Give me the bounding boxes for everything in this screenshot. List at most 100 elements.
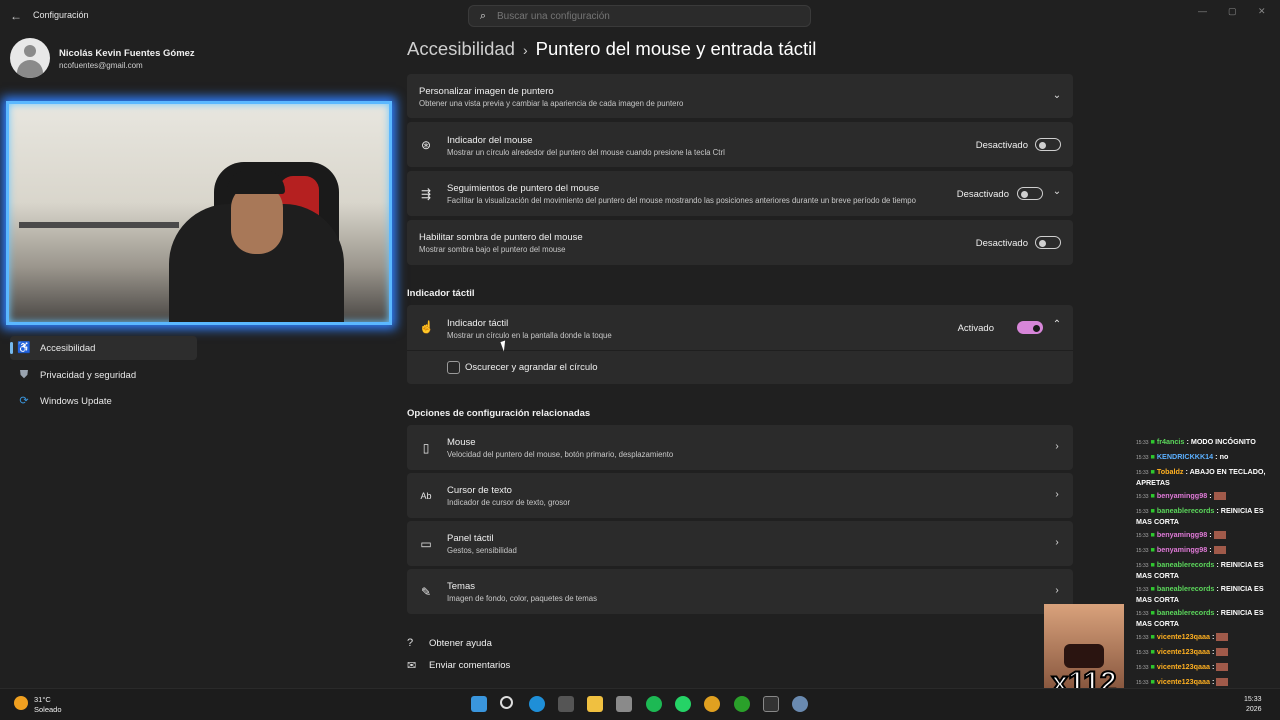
touch-indicator-toggle[interactable] <box>1017 321 1043 334</box>
back-arrow-icon[interactable]: ← <box>9 9 23 23</box>
chevron-down-icon[interactable]: ⌄ <box>1051 90 1063 101</box>
sun-icon[interactable] <box>14 696 28 710</box>
search-box[interactable]: ⌕ <box>468 5 811 27</box>
checkbox-label: Oscurecer y agrandar el círculo <box>465 362 598 373</box>
chat-message: 15:33 ■ vicente123qaaa: <box>1136 632 1276 643</box>
system-clock[interactable]: 15:33 2026 <box>1244 695 1262 715</box>
emote-icon <box>1213 492 1226 501</box>
search-input[interactable] <box>497 10 797 22</box>
breadcrumb: Accesibilidad › Puntero del mouse y entrad… <box>407 38 816 60</box>
folder-icon[interactable] <box>587 696 603 712</box>
emote-icon <box>1213 531 1226 540</box>
settings-gear-icon[interactable] <box>792 696 808 712</box>
toggle-state-label: Desactivado <box>975 140 1028 151</box>
setting-description: Indicador de cursor de texto, grosor <box>447 498 571 507</box>
touch-icon: ☝ <box>419 320 434 334</box>
related-themes-card[interactable]: ✎ Temas Imagen de fondo, color, paquetes… <box>407 569 1073 614</box>
pointer-trails-toggle[interactable] <box>1017 187 1043 200</box>
app-icon[interactable] <box>616 696 632 712</box>
help-label: Obtener ayuda <box>429 637 492 649</box>
toggle-state-label: Desactivado <box>956 189 1009 200</box>
chrome-icon[interactable] <box>704 696 720 712</box>
setting-title: Habilitar sombra de puntero del mouse <box>419 232 583 243</box>
get-help-link[interactable]: ? Obtener ayuda <box>407 637 492 649</box>
chat-message: 15:33 ■ baneablerecords: REINICIA ES MAS C… <box>1136 506 1264 526</box>
chat-time: 15:33 <box>1136 455 1149 461</box>
close-icon[interactable]: ✕ <box>1258 6 1266 17</box>
breadcrumb-parent[interactable]: Accesibilidad <box>407 38 515 59</box>
windows-update-icon: ⟳ <box>19 395 29 407</box>
section-title-related: Opciones de configuración relacionadas <box>407 408 591 419</box>
chat-time: 15:33 <box>1136 680 1149 686</box>
customize-pointer-card[interactable]: Personalizar imagen de puntero Obtener u… <box>407 74 1073 118</box>
toggle-state-label: Desactivado <box>975 238 1028 249</box>
text-cursor-icon: Ab <box>420 490 432 501</box>
badge-icon: ■ <box>1150 584 1155 593</box>
chat-time: 15:33 <box>1136 611 1149 617</box>
setting-title: Panel táctil <box>447 533 494 544</box>
setting-title: Personalizar imagen de puntero <box>419 86 554 97</box>
user-profile[interactable]: Nicolás Kevin Fuentes Gómez ncofuentes@g… <box>10 38 390 78</box>
emote-icon <box>1216 663 1229 672</box>
badge-icon: ■ <box>1150 677 1155 686</box>
sidebar-item-label: Accesibilidad <box>40 343 96 354</box>
badge-icon: ■ <box>1150 608 1155 617</box>
chat-username: baneablerecords <box>1156 608 1215 617</box>
store-icon[interactable] <box>558 696 574 712</box>
emote-icon <box>1216 678 1229 687</box>
pointer-shadow-card: Habilitar sombra de puntero del mouse Mo… <box>407 220 1073 265</box>
chat-time: 15:33 <box>1136 563 1149 569</box>
breadcrumb-separator: › <box>522 42 528 58</box>
whatsapp-icon[interactable] <box>675 696 691 712</box>
chat-message: 15:33 ■ baneablerecords: REINICIA ES MAS C… <box>1136 560 1264 580</box>
darken-circle-checkbox[interactable] <box>447 361 460 374</box>
sidebar-item-windows-update[interactable]: ⟳ Windows Update <box>10 389 197 413</box>
chat-time: 15:33 <box>1136 548 1149 554</box>
edge-icon[interactable] <box>529 696 545 712</box>
sidebar-item-privacy[interactable]: ⛊ Privacidad y seguridad <box>10 363 197 387</box>
chat-username: Tobaldz <box>1156 467 1184 476</box>
obs-icon[interactable] <box>763 696 779 712</box>
spotify-icon[interactable] <box>646 696 662 712</box>
page-title: Puntero del mouse y entrada táctil <box>535 38 817 59</box>
start-icon[interactable] <box>471 696 487 712</box>
profile-name: Nicolás Kevin Fuentes Gómez <box>59 48 195 59</box>
related-text-cursor-card[interactable]: Ab Cursor de texto Indicador de cursor d… <box>407 473 1073 518</box>
maximize-icon[interactable]: ▢ <box>1228 6 1237 17</box>
app-title: Configuración <box>33 10 89 20</box>
badge-icon: ■ <box>1150 560 1155 569</box>
xbox-icon[interactable] <box>734 696 750 712</box>
chevron-up-icon[interactable]: ⌃ <box>1051 319 1063 330</box>
chat-username: baneablerecords <box>1156 584 1215 593</box>
chat-message: 15:33 ■ vicente123qaaa: <box>1136 662 1276 673</box>
avatar <box>10 38 50 78</box>
setting-description: Imagen de fondo, color, paquetes de tema… <box>447 594 597 603</box>
setting-title: Indicador del mouse <box>447 135 533 146</box>
feedback-link[interactable]: ✉ Enviar comentarios <box>407 659 510 672</box>
weather-condition: Soleado <box>34 705 62 714</box>
chat-time: 15:33 <box>1136 533 1149 539</box>
selection-indicator <box>10 342 13 354</box>
feedback-icon: ✉ <box>407 660 417 672</box>
related-touchpad-card[interactable]: ▭ Panel táctil Gestos, sensibilidad › <box>407 521 1073 566</box>
setting-description: Mostrar un círculo alrededor del puntero… <box>447 148 725 157</box>
chat-username: benyamingg98 <box>1156 491 1208 500</box>
setting-description: Gestos, sensibilidad <box>447 546 517 555</box>
chevron-right-icon: › <box>1055 537 1059 548</box>
toggle-state-label: Activado <box>957 323 994 334</box>
chevron-down-icon[interactable]: ⌄ <box>1051 186 1063 197</box>
mouse-indicator-toggle[interactable] <box>1035 138 1061 151</box>
chat-message: 15:33 ■ fr4ancis: MODO INCÓGNITO <box>1136 437 1256 446</box>
pointer-shadow-toggle[interactable] <box>1035 236 1061 249</box>
section-title-touch: Indicador táctil <box>407 288 475 299</box>
sidebar-item-accessibility[interactable]: ♿ Accesibilidad <box>10 336 197 360</box>
weather-widget[interactable]: 31°C Soleado <box>34 695 62 715</box>
search-taskbar-icon[interactable] <box>500 696 513 709</box>
badge-icon: ■ <box>1150 647 1155 656</box>
chat-message: 15:33 ■ Tobaldz: ABAJO EN TECLADO, APRETAS <box>1136 467 1266 487</box>
emote-icon <box>1213 546 1226 555</box>
minimize-icon[interactable]: — <box>1198 6 1207 16</box>
badge-icon: ■ <box>1150 452 1155 461</box>
mouse-icon: ▯ <box>422 440 430 455</box>
related-mouse-card[interactable]: ▯ Mouse Velocidad del puntero del mouse,… <box>407 425 1073 470</box>
